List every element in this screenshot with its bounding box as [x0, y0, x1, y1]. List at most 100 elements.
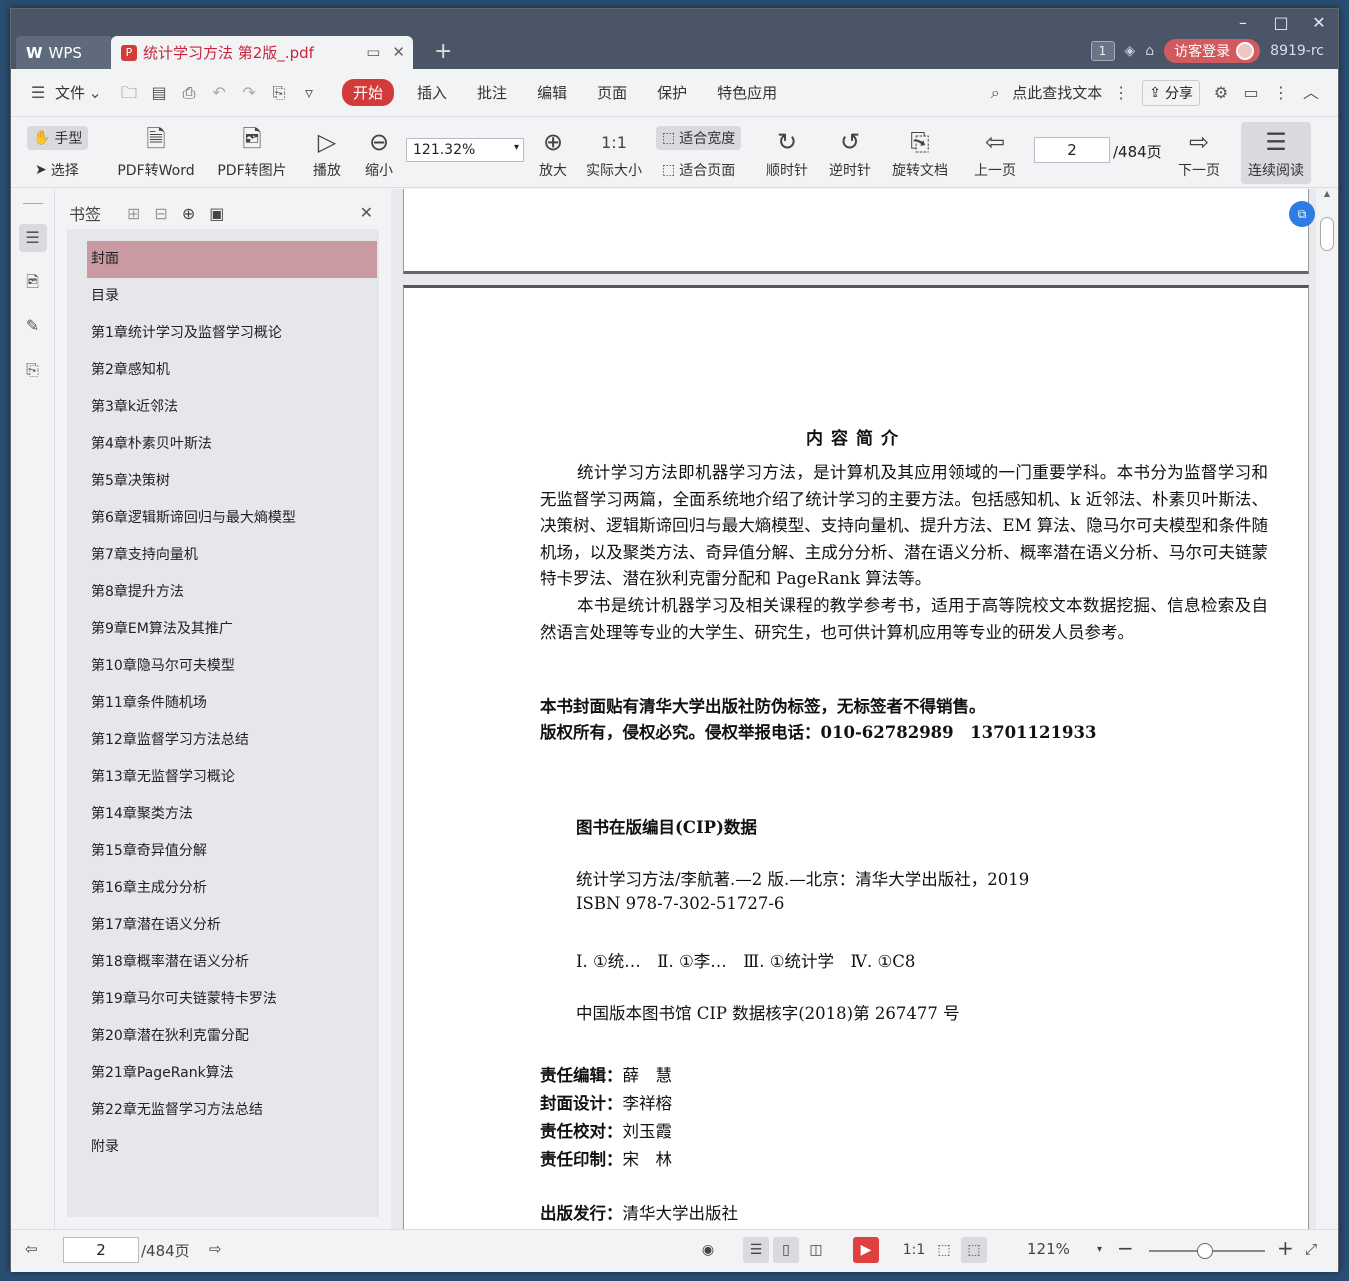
continuous-reading-button[interactable]: ☰ 连续阅读 — [1241, 122, 1311, 184]
bookmark-item[interactable]: 第1章统计学习及监督学习概论 — [87, 315, 377, 352]
open-folder-icon[interactable]: 🗀 — [120, 83, 138, 102]
menu-edit[interactable]: 编辑 — [537, 82, 567, 103]
continuous-page-icon[interactable]: ▯ — [773, 1237, 799, 1263]
menu-insert[interactable]: 插入 — [417, 82, 447, 103]
menu-start[interactable]: 开始 — [342, 79, 395, 106]
drag-handle[interactable] — [22, 203, 43, 204]
bookmark-item[interactable]: 第6章逻辑斯谛回归与最大熵模型 — [87, 500, 377, 537]
vertical-scrollbar[interactable]: ▲ — [1316, 189, 1338, 1229]
zoom-plus-icon[interactable]: + — [1277, 1236, 1294, 1260]
scroll-thumb[interactable] — [1320, 217, 1334, 251]
export-icon[interactable]: ⎘ — [270, 83, 288, 102]
menu-file[interactable]: 文件 — [55, 82, 85, 103]
status-page-input[interactable]: 2 — [63, 1237, 139, 1263]
actual-size-button[interactable]: 1:1 实际大小 — [581, 124, 647, 180]
zoom-minus-icon[interactable]: − — [1117, 1236, 1134, 1260]
more-vertical-icon[interactable]: ⋮ — [1112, 83, 1130, 102]
save-icon[interactable]: ▤ — [150, 83, 168, 102]
bookmark-item[interactable]: 封面 — [87, 241, 377, 278]
minimize-button[interactable]: – — [1228, 13, 1258, 32]
fullscreen-icon[interactable]: ⤢ — [1305, 1240, 1317, 1258]
print-icon[interactable]: ⎙ — [180, 83, 198, 102]
rotate-clockwise-button[interactable]: ↻ 顺时针 — [761, 124, 813, 180]
collapse-ribbon-icon[interactable]: ︿ — [1302, 83, 1320, 102]
menu-page[interactable]: 页面 — [597, 82, 627, 103]
zoom-out-button[interactable]: ⊖ 缩小 — [359, 124, 399, 180]
bookmark-item[interactable]: 第16章主成分分析 — [87, 870, 377, 907]
close-tab-icon[interactable]: ✕ — [392, 43, 405, 61]
rotate-counterclockwise-button[interactable]: ↺ 逆时针 — [824, 124, 876, 180]
document-viewport[interactable]: 内容简介 统计学习方法即机器学习方法，是计算机及其应用领域的一门重要学科。本书分… — [391, 189, 1326, 1229]
comment-icon[interactable]: ▭ — [1242, 83, 1260, 102]
play-button[interactable]: ▷ 播放 — [307, 124, 347, 180]
expand-all-icon[interactable]: ⊞ — [127, 204, 140, 223]
gear-icon[interactable]: ⚙ — [1212, 83, 1230, 102]
thumbnail-icon[interactable]: 🖻 — [19, 268, 47, 296]
next-page-button[interactable]: ⇨ 下一页 — [1173, 124, 1225, 180]
pdf-to-word-button[interactable]: 🗎 PDF转Word — [113, 124, 199, 180]
float-tool-icon[interactable]: ⧉ — [1289, 201, 1315, 227]
window-count-badge[interactable]: 1 — [1090, 41, 1115, 61]
hamburger-icon[interactable]: ☰ — [29, 83, 47, 102]
menu-special[interactable]: 特色应用 — [717, 82, 777, 103]
play-icon[interactable]: ▶ — [853, 1237, 879, 1263]
page-number-input[interactable]: 2 — [1034, 137, 1110, 163]
zoom-dropdown-icon[interactable]: ▾ — [1097, 1244, 1102, 1255]
chevron-down-icon[interactable]: ⌄ — [86, 83, 104, 102]
eye-icon[interactable]: ◉ — [695, 1237, 721, 1263]
bookmark-item[interactable]: 第11章条件随机场 — [87, 685, 377, 722]
status-next-icon[interactable]: ⇨ — [209, 1240, 222, 1258]
bookmark-item[interactable]: 第9章EM算法及其推广 — [87, 611, 377, 648]
skin-icon[interactable]: ◈ — [1125, 43, 1136, 59]
bookmark-item[interactable]: 第10章隐马尔可夫模型 — [87, 648, 377, 685]
fit-page-button[interactable]: ⬚ 适合页面 — [656, 158, 741, 182]
scroll-up-icon[interactable]: ▲ — [1316, 189, 1338, 198]
bookmark-item[interactable]: 第4章朴素贝叶斯法 — [87, 426, 377, 463]
shirt-icon[interactable]: ⌂ — [1145, 43, 1154, 59]
actual-size-icon[interactable]: 1:1 — [901, 1237, 927, 1263]
redo-icon[interactable]: ↷ — [240, 83, 258, 102]
bookmark-item[interactable]: 附录 — [87, 1129, 377, 1166]
status-zoom-value[interactable]: 121% — [1027, 1240, 1070, 1258]
monitor-icon[interactable]: ▭ — [366, 43, 380, 61]
kebab-icon[interactable]: ⋮ — [1272, 83, 1290, 102]
bookmark-item[interactable]: 第22章无监督学习方法总结 — [87, 1092, 377, 1129]
zoom-slider-knob[interactable] — [1197, 1243, 1213, 1259]
more-dropdown-icon[interactable]: ▿ — [300, 83, 318, 102]
bookmark-item[interactable]: 第19章马尔可夫链蒙特卡罗法 — [87, 981, 377, 1018]
search-icon[interactable]: ⌕ — [986, 83, 1004, 102]
annotation-icon[interactable]: ✎ — [19, 312, 47, 340]
new-tab-button[interactable]: + — [434, 39, 452, 64]
zoom-in-button[interactable]: ⊕ 放大 — [533, 124, 573, 180]
bookmark-item[interactable]: 第7章支持向量机 — [87, 537, 377, 574]
image-tool-icon[interactable]: ⎘ — [19, 356, 47, 384]
rotate-document-button[interactable]: ⎘ 旋转文档 — [887, 124, 953, 180]
bookmark-item[interactable]: 第3章k近邻法 — [87, 389, 377, 426]
bookmark-item[interactable]: 第17章潜在语义分析 — [87, 907, 377, 944]
undo-icon[interactable]: ↶ — [210, 83, 228, 102]
tab-wps-home[interactable]: W WPS — [16, 36, 112, 69]
bookmark-item[interactable]: 第20章潜在狄利克雷分配 — [87, 1018, 377, 1055]
bookmark-item[interactable]: 目录 — [87, 278, 377, 315]
bookmark-item[interactable]: 第14章聚类方法 — [87, 796, 377, 833]
bookmark-item[interactable]: 第15章奇异值分解 — [87, 833, 377, 870]
bookmark-item[interactable]: 第8章提升方法 — [87, 574, 377, 611]
single-page-icon[interactable]: ☰ — [743, 1237, 769, 1263]
bookmark-item[interactable]: 第2章感知机 — [87, 352, 377, 389]
search-text-button[interactable]: 点此查找文本 — [1012, 82, 1102, 103]
bookmark-item[interactable]: 第5章决策树 — [87, 463, 377, 500]
status-prev-icon[interactable]: ⇦ — [25, 1240, 38, 1258]
bookmark-item[interactable]: 第12章监督学习方法总结 — [87, 722, 377, 759]
fit-page-icon[interactable]: ⬚ — [931, 1237, 957, 1263]
login-button[interactable]: 访客登录 — [1164, 39, 1261, 63]
close-window-button[interactable]: ✕ — [1304, 13, 1334, 32]
zoom-slider[interactable] — [1149, 1243, 1265, 1259]
close-panel-icon[interactable]: ✕ — [360, 203, 373, 222]
menu-protect[interactable]: 保护 — [657, 82, 687, 103]
tab-document[interactable]: P 统计学习方法 第2版_.pdf ▭ ✕ — [111, 36, 413, 69]
pdf-to-image-button[interactable]: 🖻 PDF转图片 — [207, 124, 297, 180]
maximize-button[interactable]: □ — [1266, 13, 1296, 32]
two-page-icon[interactable]: ◫ — [803, 1237, 829, 1263]
zoom-select[interactable]: 121.32% ▾ — [406, 138, 524, 162]
prev-page-button[interactable]: ⇦ 上一页 — [969, 124, 1021, 180]
